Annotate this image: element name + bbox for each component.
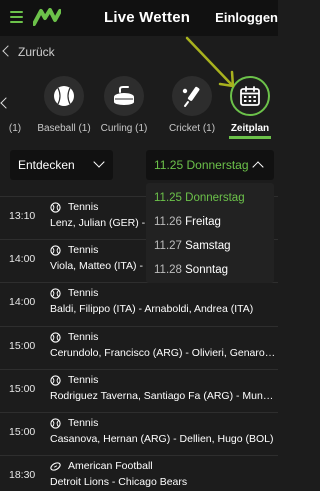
date-option[interactable]: 11.26 Freitag	[154, 216, 221, 228]
date-selected-label: 11.25 Donnerstag	[154, 158, 249, 172]
sport-item-schedule[interactable]: Zeitplan	[215, 76, 278, 134]
event-sport: Tennis	[68, 201, 99, 213]
calendar-icon	[230, 76, 270, 116]
date-dropdown[interactable]: 11.25 Donnerstag	[146, 150, 274, 180]
event-row[interactable]: 15:00 Tennis Casanova, Hernan (ARG) - De…	[0, 412, 278, 455]
top-header: Live Wetten Einloggen	[0, 0, 278, 36]
tennis-ball-icon	[50, 245, 61, 256]
page-title: Live Wetten	[104, 9, 191, 26]
back-label: Zurück	[18, 45, 55, 59]
hamburger-menu-icon[interactable]	[10, 11, 23, 23]
event-sport: Tennis	[68, 287, 99, 299]
event-row[interactable]: 18:30 American Football Detroit Lions - …	[0, 455, 278, 491]
event-time: 15:00	[9, 340, 36, 352]
active-tab-indicator	[229, 136, 271, 139]
chevron-left-icon	[2, 45, 14, 57]
event-time: 15:00	[9, 426, 36, 438]
event-time: 14:00	[9, 296, 36, 308]
baseball-icon	[44, 76, 84, 116]
event-row[interactable]: 15:00 Tennis Rodriguez Taverna, Santiago…	[0, 369, 278, 412]
back-link[interactable]: Zurück	[0, 36, 278, 68]
date-menu: 11.25 Donnerstag 11.26 Freitag 11.27 Sam…	[146, 183, 274, 283]
event-sport: Tennis	[68, 331, 99, 343]
american-football-icon	[50, 462, 61, 471]
curling-stone-icon	[104, 76, 144, 116]
discover-label: Entdecken	[18, 158, 75, 172]
event-row[interactable]: 14:00 Tennis Baldi, Filippo (ITA) - Arna…	[0, 282, 278, 325]
event-sport: Tennis	[68, 417, 99, 429]
event-sport: American Football	[68, 460, 153, 472]
chevron-up-icon	[252, 161, 264, 173]
login-button[interactable]: Einloggen	[215, 10, 278, 25]
event-time: 13:10	[9, 210, 36, 222]
event-sport: Tennis	[68, 244, 99, 256]
event-time: 14:00	[9, 253, 36, 265]
cricket-bat-icon	[172, 76, 212, 116]
sports-carousel: (1) Baseball (1) Curling (1) Cricket (1)…	[0, 70, 278, 140]
chevron-down-icon	[93, 156, 105, 168]
date-option[interactable]: 11.25 Donnerstag	[154, 192, 245, 204]
discover-dropdown[interactable]: Entdecken	[10, 150, 113, 180]
sport-label: Curling (1)	[100, 123, 148, 134]
tennis-ball-icon	[50, 375, 61, 386]
sport-item-curling[interactable]: Curling (1)	[89, 76, 159, 134]
event-teams: Baldi, Filippo (ITA) - Arnaboldi, Andrea…	[50, 303, 254, 315]
sport-label: Zeitplan	[230, 123, 270, 134]
event-teams: Detroit Lions - Chicago Bears	[50, 476, 188, 488]
event-time: 15:00	[9, 383, 36, 395]
event-teams: Casanova, Hernan (ARG) - Dellien, Hugo (…	[50, 433, 274, 445]
filter-row: Entdecken 11.25 Donnerstag	[0, 146, 278, 186]
tennis-ball-icon	[50, 418, 61, 429]
tennis-ball-icon	[50, 202, 61, 213]
event-time: 18:30	[9, 469, 36, 481]
date-option[interactable]: 11.27 Samstag	[154, 240, 231, 252]
event-teams: Rodriguez Taverna, Santiago Fa (ARG) - M…	[50, 390, 276, 402]
tennis-ball-icon	[50, 332, 61, 343]
event-teams: Cerundolo, Francisco (ARG) - Olivieri, G…	[50, 347, 276, 359]
tennis-ball-icon	[50, 288, 61, 299]
date-option[interactable]: 11.28 Sonntag	[154, 264, 228, 276]
logo[interactable]	[33, 8, 61, 26]
event-row[interactable]: 15:00 Tennis Cerundolo, Francisco (ARG) …	[0, 326, 278, 369]
event-sport: Tennis	[68, 374, 99, 386]
